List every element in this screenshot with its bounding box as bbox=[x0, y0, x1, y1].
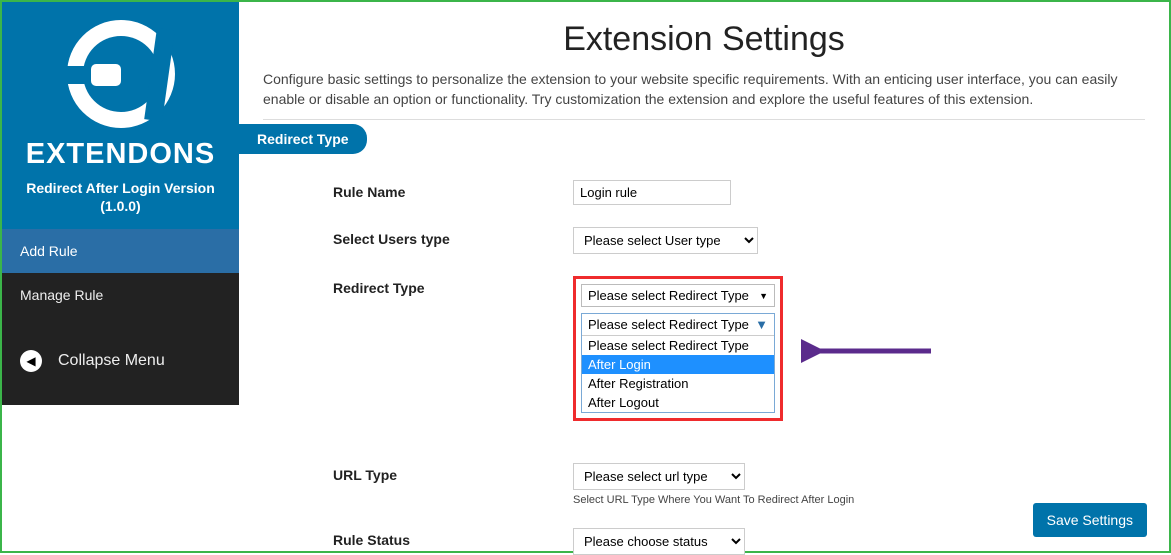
brand-subtitle: Redirect After Login Version (1.0.0) bbox=[26, 179, 215, 215]
redirect-type-select-collapsed[interactable]: Please select Redirect Type ▼ bbox=[581, 284, 775, 307]
tab-redirect-type[interactable]: Redirect Type bbox=[239, 124, 367, 154]
rule-status-select[interactable]: Please choose status bbox=[573, 528, 745, 555]
redirect-type-open-header[interactable]: Please select Redirect Type ▼ bbox=[582, 314, 774, 336]
settings-form: Rule Name Select Users type Please selec… bbox=[263, 180, 1145, 555]
redirect-type-highlight-box: Please select Redirect Type ▼ Please sel… bbox=[573, 276, 783, 421]
sidebar-item-label: Manage Rule bbox=[20, 287, 103, 303]
sidebar-item-label: Add Rule bbox=[20, 243, 78, 259]
redirect-type-option-after-logout[interactable]: After Logout bbox=[582, 393, 774, 412]
collapse-menu[interactable]: ◀ Collapse Menu bbox=[2, 317, 239, 405]
users-type-select[interactable]: Please select User type bbox=[573, 227, 758, 254]
redirect-type-select-open: Please select Redirect Type ▼ Please sel… bbox=[581, 313, 775, 413]
collapse-label: Collapse Menu bbox=[58, 352, 165, 370]
page-title: Extension Settings bbox=[263, 20, 1145, 59]
sidebar: EXTENDONS Redirect After Login Version (… bbox=[2, 2, 239, 551]
annotation-arrow bbox=[801, 336, 941, 366]
brand-logo bbox=[61, 14, 181, 134]
save-settings-button[interactable]: Save Settings bbox=[1033, 503, 1147, 537]
redirect-type-label: Redirect Type bbox=[333, 276, 573, 296]
sidebar-item-manage-rule[interactable]: Manage Rule bbox=[2, 273, 239, 317]
brand-header: EXTENDONS Redirect After Login Version (… bbox=[2, 2, 239, 229]
page-description: Configure basic settings to personalize … bbox=[263, 69, 1145, 120]
main-content: Extension Settings Configure basic setti… bbox=[239, 2, 1169, 551]
sidebar-item-add-rule[interactable]: Add Rule bbox=[2, 229, 239, 273]
redirect-type-option-after-registration[interactable]: After Registration bbox=[582, 374, 774, 393]
url-type-help: Select URL Type Where You Want To Redire… bbox=[573, 494, 854, 506]
chevron-down-icon: ▼ bbox=[755, 317, 768, 332]
rule-name-input[interactable] bbox=[573, 180, 731, 205]
chevron-down-icon: ▼ bbox=[759, 291, 768, 301]
rule-name-label: Rule Name bbox=[333, 180, 573, 200]
redirect-type-option[interactable]: Please select Redirect Type bbox=[582, 336, 774, 355]
rule-status-label: Rule Status bbox=[333, 528, 573, 548]
brand-name: EXTENDONS bbox=[26, 138, 215, 171]
redirect-type-placeholder: Please select Redirect Type bbox=[588, 288, 749, 303]
url-type-select[interactable]: Please select url type bbox=[573, 463, 745, 490]
collapse-icon: ◀ bbox=[20, 350, 42, 372]
redirect-type-option-after-login[interactable]: After Login bbox=[582, 355, 774, 374]
users-type-label: Select Users type bbox=[333, 227, 573, 247]
url-type-label: URL Type bbox=[333, 463, 573, 483]
